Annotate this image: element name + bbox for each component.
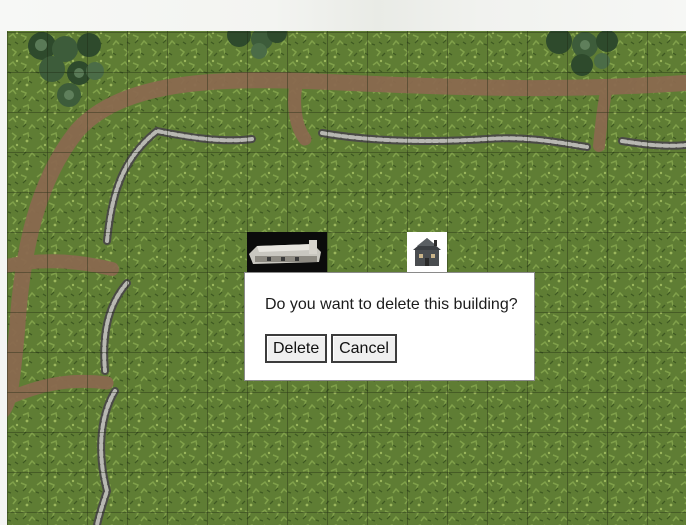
dialog-message: Do you want to delete this building? xyxy=(265,296,518,313)
house-building-icon xyxy=(413,238,441,266)
longhouse-building-icon xyxy=(249,240,321,264)
cancel-button[interactable]: Cancel xyxy=(331,334,397,363)
longhouse-building[interactable] xyxy=(247,232,327,272)
house-building[interactable] xyxy=(407,232,447,272)
delete-building-dialog: Do you want to delete this building? Del… xyxy=(244,272,535,381)
delete-button[interactable]: Delete xyxy=(265,334,327,363)
top-banner xyxy=(0,0,686,31)
